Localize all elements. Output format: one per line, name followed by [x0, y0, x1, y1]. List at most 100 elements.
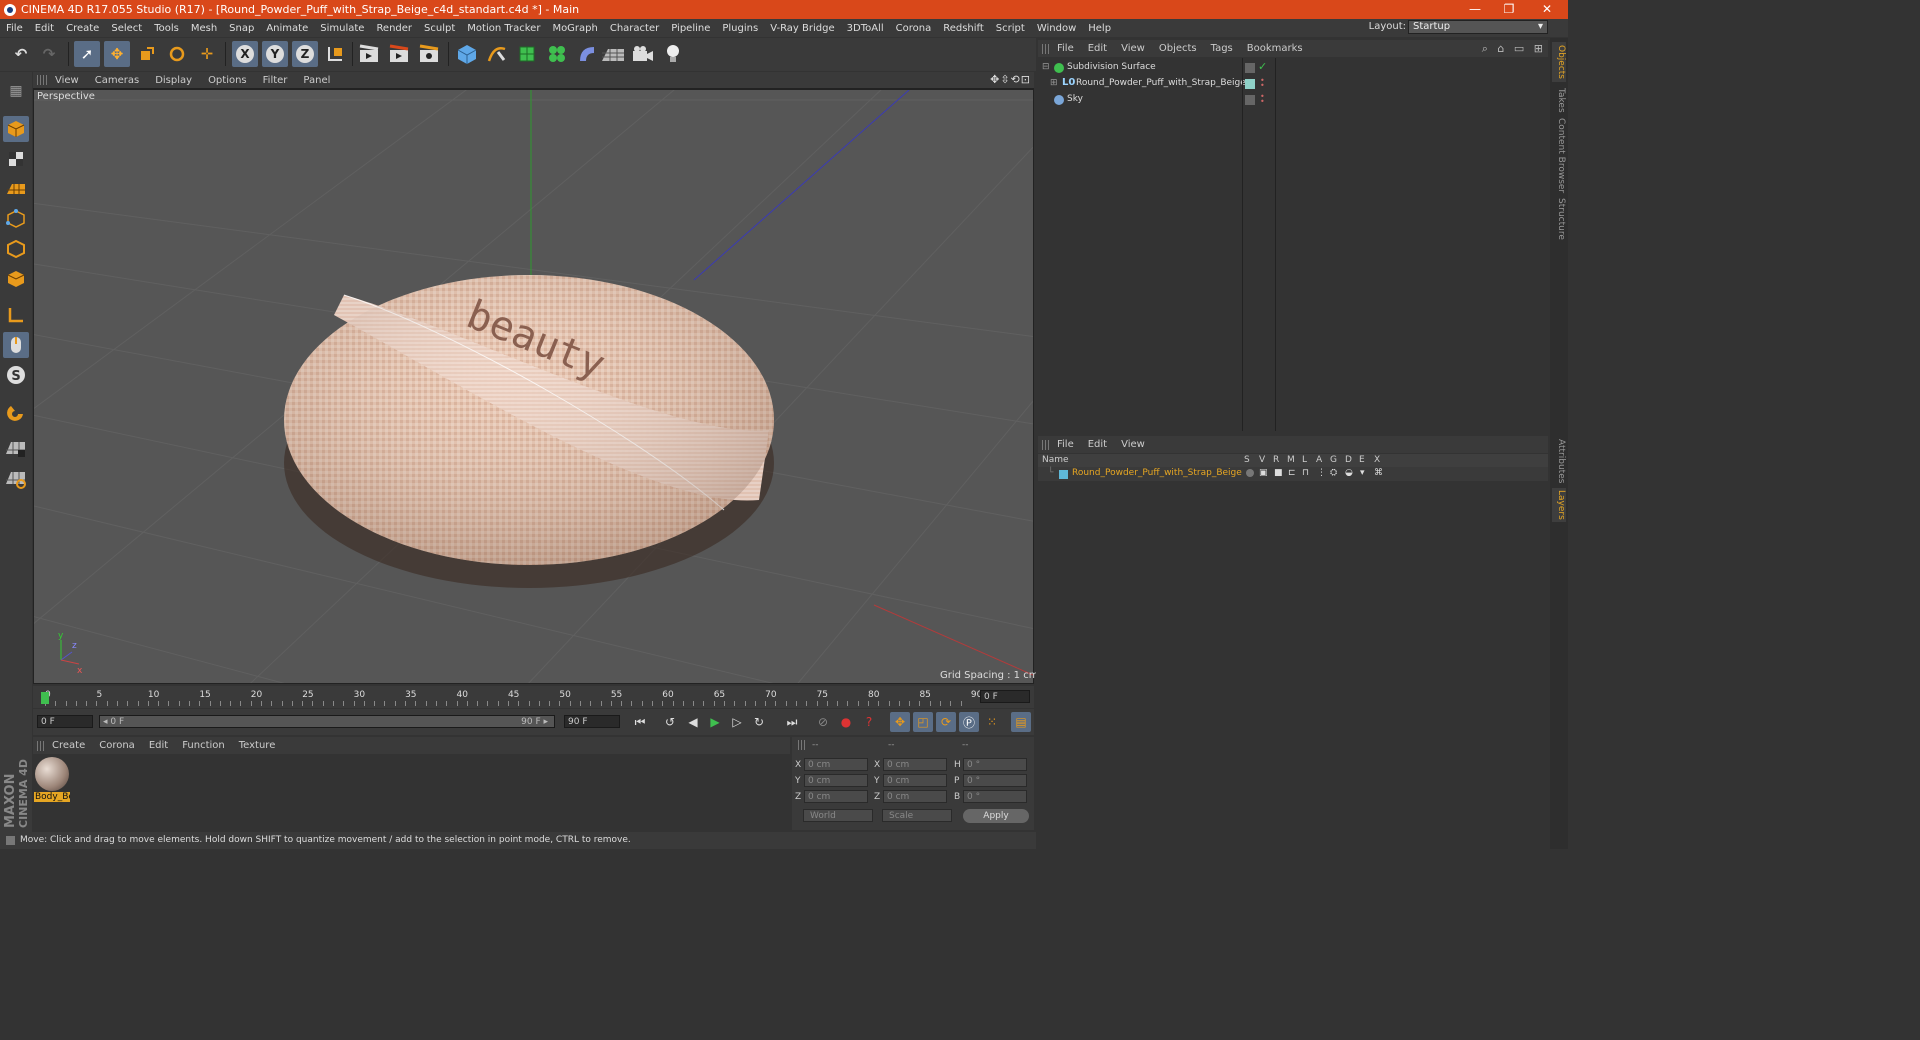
material-menu-edit[interactable]: Edit — [142, 740, 175, 751]
live-selection-icon[interactable]: ➚ — [74, 41, 100, 67]
material-menu-function[interactable]: Function — [175, 740, 232, 751]
xref-toggle-icon[interactable]: ⌘ — [1374, 468, 1383, 478]
tab-takes[interactable]: Takes — [1552, 86, 1566, 114]
polygons-mode-icon[interactable] — [3, 266, 29, 292]
object-manager-tool-icons[interactable]: ⌕ ⌂ ▭ ⊞ — [1482, 42, 1546, 56]
panel-grip-icon[interactable] — [1042, 43, 1050, 54]
next-key-icon[interactable]: ↻ — [749, 712, 769, 732]
column-divider[interactable] — [1242, 58, 1243, 431]
texture-mode-icon[interactable] — [3, 146, 29, 172]
layer-color-swatch[interactable] — [1059, 470, 1068, 479]
tab-objects[interactable]: Objects — [1552, 42, 1566, 82]
coord-position-y-field[interactable]: 0 cm — [804, 774, 868, 787]
layer-menu-file[interactable]: File — [1050, 439, 1081, 450]
close-button[interactable]: ✕ — [1530, 0, 1564, 19]
menu-vray-bridge[interactable]: V-Ray Bridge — [764, 23, 840, 34]
menu-3dtoall[interactable]: 3DToAll — [841, 23, 890, 34]
material-preview-ball[interactable] — [35, 757, 69, 791]
layer-name[interactable]: Round_Powder_Puff_with_Strap_Beige — [1072, 468, 1242, 478]
menu-redshift[interactable]: Redshift — [937, 23, 990, 34]
menu-tools[interactable]: Tools — [148, 23, 185, 34]
layer-header-animation[interactable]: A — [1316, 455, 1322, 465]
tab-content-browser[interactable]: Content Browser — [1552, 118, 1566, 194]
coord-size-mode-dropdown[interactable]: Scale — [882, 809, 952, 822]
object-menu-tags[interactable]: Tags — [1204, 43, 1240, 54]
timeline-window-icon[interactable]: ▤ — [1011, 712, 1031, 732]
layer-header-deformers[interactable]: D — [1345, 455, 1352, 465]
object-menu-file[interactable]: File — [1050, 43, 1081, 54]
object-menu-edit[interactable]: Edit — [1081, 43, 1114, 54]
coord-position-x-field[interactable]: 0 cm — [804, 758, 868, 771]
restore-button[interactable]: ❐ — [1492, 0, 1526, 19]
perspective-viewport[interactable]: beauty y z x — [33, 89, 1034, 684]
scale-tool-icon[interactable] — [134, 41, 160, 67]
key-position-icon[interactable]: ✥ — [890, 712, 910, 732]
enabled-check-icon[interactable]: ✓ — [1258, 60, 1267, 73]
move-tool-icon[interactable]: ✥ — [104, 41, 130, 67]
coord-system-dropdown[interactable]: World — [803, 809, 873, 822]
viewport-menu-panel[interactable]: Panel — [295, 75, 338, 86]
render-view-icon[interactable] — [356, 41, 382, 67]
expand-icon[interactable]: ⊞ — [1050, 78, 1058, 88]
object-menu-objects[interactable]: Objects — [1152, 43, 1204, 54]
menu-sculpt[interactable]: Sculpt — [418, 23, 461, 34]
apply-button[interactable]: Apply — [963, 809, 1029, 823]
key-scale-icon[interactable]: ◰ — [913, 712, 933, 732]
menu-render[interactable]: Render — [370, 23, 418, 34]
cube-primitive-icon[interactable] — [454, 41, 480, 67]
menu-plugins[interactable]: Plugins — [716, 23, 764, 34]
material-menu-corona[interactable]: Corona — [92, 740, 142, 751]
menu-select[interactable]: Select — [105, 23, 148, 34]
layer-header-generators[interactable]: G — [1330, 455, 1337, 465]
spline-pen-icon[interactable] — [484, 41, 510, 67]
undo-icon[interactable]: ↶ — [8, 41, 34, 67]
layer-header-locked[interactable]: L — [1302, 455, 1307, 465]
tab-layers[interactable]: Layers — [1552, 488, 1566, 522]
menu-mesh[interactable]: Mesh — [185, 23, 223, 34]
camera-icon[interactable] — [630, 41, 656, 67]
edges-mode-icon[interactable] — [3, 236, 29, 262]
layer-header-manager[interactable]: M — [1287, 455, 1295, 465]
snapping-icon[interactable] — [3, 400, 29, 426]
solo-mode-icon[interactable]: S — [3, 362, 29, 388]
object-row-sky[interactable]: Sky • • — [1038, 92, 1548, 108]
layer-header-solo[interactable]: S — [1244, 455, 1250, 465]
view-toggle-icon[interactable]: ▣ — [1259, 468, 1268, 478]
panel-grip-icon[interactable] — [1042, 439, 1050, 450]
visibility-dots-icon[interactable]: • • — [1260, 93, 1265, 106]
keyframe-selection-icon[interactable]: ? — [859, 712, 879, 732]
start-frame-field[interactable]: 0 F — [37, 715, 93, 728]
layer-header-view[interactable]: V — [1259, 455, 1265, 465]
play-forward-icon[interactable]: ▶ — [705, 712, 725, 732]
go-to-start-icon[interactable]: ⏮ — [630, 712, 650, 732]
coord-rotation-p-field[interactable]: 0 ° — [963, 774, 1027, 787]
menu-create[interactable]: Create — [60, 23, 105, 34]
menu-character[interactable]: Character — [604, 23, 665, 34]
solo-toggle-icon[interactable] — [1246, 469, 1254, 477]
deformer-icon[interactable] — [574, 41, 600, 67]
coord-rotation-h-field[interactable]: 0 ° — [963, 758, 1027, 771]
menu-simulate[interactable]: Simulate — [314, 23, 370, 34]
y-axis-lock-icon[interactable]: Y — [262, 41, 288, 67]
previous-key-icon[interactable]: ↺ — [660, 712, 680, 732]
redo-icon[interactable]: ↷ — [36, 41, 62, 67]
timeline-ruler[interactable]: 051015202530354045505560657075808590 0 F — [33, 686, 1034, 708]
z-axis-lock-icon[interactable]: Z — [292, 41, 318, 67]
menu-mograph[interactable]: MoGraph — [546, 23, 603, 34]
panel-grip-icon[interactable] — [37, 75, 47, 85]
lock-workplane-icon[interactable] — [3, 436, 29, 462]
powder-puff-object[interactable]: beauty — [284, 275, 774, 588]
key-parameter-icon[interactable]: Ⓟ — [959, 712, 979, 732]
menu-help[interactable]: Help — [1082, 23, 1117, 34]
points-mode-icon[interactable] — [3, 206, 29, 232]
object-row-powder-puff[interactable]: ⊞ L0 Round_Powder_Puff_with_Strap_Beige … — [1038, 76, 1548, 92]
manager-toggle-icon[interactable]: ⊏ — [1288, 468, 1296, 478]
layer-menu-edit[interactable]: Edit — [1081, 439, 1114, 450]
menu-file[interactable]: File — [0, 23, 29, 34]
menu-pipeline[interactable]: Pipeline — [665, 23, 716, 34]
render-toggle-icon[interactable]: ■ — [1274, 468, 1283, 478]
viewport-menu-filter[interactable]: Filter — [255, 75, 296, 86]
coord-size-x-field[interactable]: 0 cm — [883, 758, 947, 771]
lock-toggle-icon[interactable]: ⊓ — [1302, 468, 1309, 478]
layer-row[interactable]: └ Round_Powder_Puff_with_Strap_Beige ▣ ■… — [1038, 467, 1548, 481]
